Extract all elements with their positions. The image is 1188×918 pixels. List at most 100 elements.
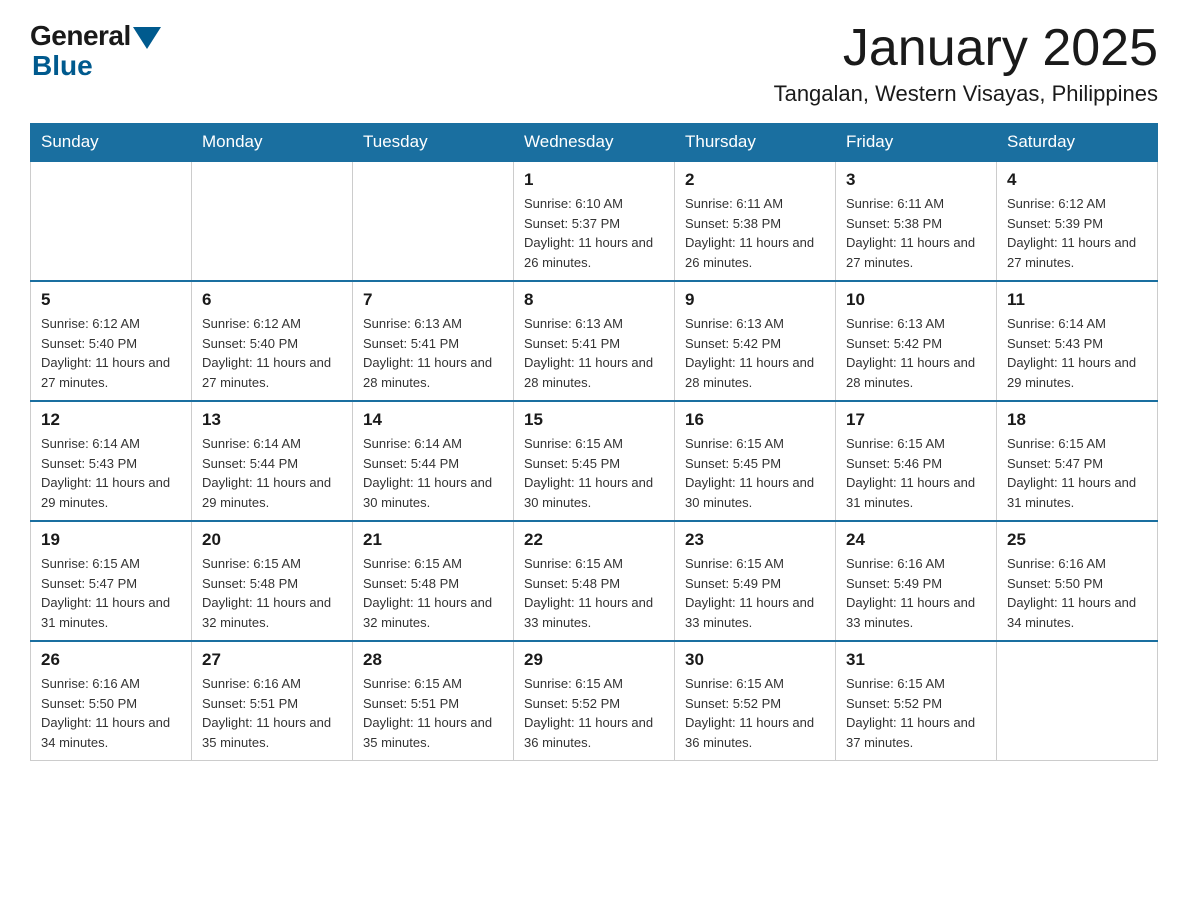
logo: General Blue [30, 20, 161, 82]
calendar-day-cell: 21 Sunrise: 6:15 AM Sunset: 5:48 PM Dayli… [353, 521, 514, 641]
day-number: 8 [524, 290, 664, 310]
day-info: Sunrise: 6:11 AM Sunset: 5:38 PM Dayligh… [685, 194, 825, 272]
day-number: 17 [846, 410, 986, 430]
day-info: Sunrise: 6:15 AM Sunset: 5:48 PM Dayligh… [363, 554, 503, 632]
calendar-day-header: Saturday [997, 124, 1158, 162]
day-number: 16 [685, 410, 825, 430]
page-header: General Blue January 2025 Tangalan, West… [30, 20, 1158, 107]
day-info: Sunrise: 6:15 AM Sunset: 5:48 PM Dayligh… [524, 554, 664, 632]
header-right: January 2025 Tangalan, Western Visayas, … [774, 20, 1158, 107]
calendar-day-cell: 14 Sunrise: 6:14 AM Sunset: 5:44 PM Dayli… [353, 401, 514, 521]
calendar-day-cell: 23 Sunrise: 6:15 AM Sunset: 5:49 PM Dayli… [675, 521, 836, 641]
day-number: 13 [202, 410, 342, 430]
day-number: 3 [846, 170, 986, 190]
day-info: Sunrise: 6:13 AM Sunset: 5:41 PM Dayligh… [524, 314, 664, 392]
logo-triangle-icon [133, 27, 161, 49]
calendar-day-cell: 13Sunrise: 6:14 AM Sunset: 5:44 PM Dayli… [192, 401, 353, 521]
day-info: Sunrise: 6:15 AM Sunset: 5:47 PM Dayligh… [1007, 434, 1147, 512]
calendar-day-cell: 11Sunrise: 6:14 AM Sunset: 5:43 PM Dayli… [997, 281, 1158, 401]
calendar-day-cell [31, 161, 192, 281]
day-number: 5 [41, 290, 181, 310]
day-number: 4 [1007, 170, 1147, 190]
calendar-day-cell: 28 Sunrise: 6:15 AM Sunset: 5:51 PM Dayli… [353, 641, 514, 761]
day-info: Sunrise: 6:16 AM Sunset: 5:51 PM Dayligh… [202, 674, 342, 752]
day-info: Sunrise: 6:15 AM Sunset: 5:52 PM Dayligh… [524, 674, 664, 752]
day-info: Sunrise: 6:15 AM Sunset: 5:52 PM Dayligh… [846, 674, 986, 752]
day-info: Sunrise: 6:13 AM Sunset: 5:41 PM Dayligh… [363, 314, 503, 392]
day-number: 15 [524, 410, 664, 430]
day-info: Sunrise: 6:15 AM Sunset: 5:51 PM Dayligh… [363, 674, 503, 752]
calendar-day-cell [192, 161, 353, 281]
day-number: 19 [41, 530, 181, 550]
location-text: Tangalan, Western Visayas, Philippines [774, 81, 1158, 107]
calendar-day-cell: 16 Sunrise: 6:15 AM Sunset: 5:45 PM Dayli… [675, 401, 836, 521]
calendar-day-cell: 22 Sunrise: 6:15 AM Sunset: 5:48 PM Dayli… [514, 521, 675, 641]
day-info: Sunrise: 6:15 AM Sunset: 5:45 PM Dayligh… [524, 434, 664, 512]
calendar-day-cell: 10Sunrise: 6:13 AM Sunset: 5:42 PM Dayli… [836, 281, 997, 401]
calendar-header-row: SundayMondayTuesdayWednesdayThursdayFrid… [31, 124, 1158, 162]
day-number: 14 [363, 410, 503, 430]
calendar-day-header: Friday [836, 124, 997, 162]
day-info: Sunrise: 6:15 AM Sunset: 5:52 PM Dayligh… [685, 674, 825, 752]
calendar-day-cell: 17 Sunrise: 6:15 AM Sunset: 5:46 PM Dayli… [836, 401, 997, 521]
day-number: 25 [1007, 530, 1147, 550]
day-number: 26 [41, 650, 181, 670]
day-number: 18 [1007, 410, 1147, 430]
calendar-day-cell: 18 Sunrise: 6:15 AM Sunset: 5:47 PM Dayli… [997, 401, 1158, 521]
day-info: Sunrise: 6:12 AM Sunset: 5:39 PM Dayligh… [1007, 194, 1147, 272]
day-info: Sunrise: 6:14 AM Sunset: 5:44 PM Dayligh… [363, 434, 503, 512]
calendar-day-cell: 30Sunrise: 6:15 AM Sunset: 5:52 PM Dayli… [675, 641, 836, 761]
day-number: 12 [41, 410, 181, 430]
day-info: Sunrise: 6:16 AM Sunset: 5:50 PM Dayligh… [41, 674, 181, 752]
calendar-table: SundayMondayTuesdayWednesdayThursdayFrid… [30, 123, 1158, 761]
day-info: Sunrise: 6:12 AM Sunset: 5:40 PM Dayligh… [41, 314, 181, 392]
day-number: 22 [524, 530, 664, 550]
day-number: 29 [524, 650, 664, 670]
calendar-day-cell: 7 Sunrise: 6:13 AM Sunset: 5:41 PM Daylig… [353, 281, 514, 401]
day-info: Sunrise: 6:10 AM Sunset: 5:37 PM Dayligh… [524, 194, 664, 272]
day-number: 31 [846, 650, 986, 670]
logo-blue-text: Blue [32, 50, 93, 82]
calendar-day-cell: 4 Sunrise: 6:12 AM Sunset: 5:39 PM Daylig… [997, 161, 1158, 281]
day-number: 27 [202, 650, 342, 670]
day-info: Sunrise: 6:15 AM Sunset: 5:46 PM Dayligh… [846, 434, 986, 512]
day-info: Sunrise: 6:13 AM Sunset: 5:42 PM Dayligh… [685, 314, 825, 392]
calendar-day-cell: 19Sunrise: 6:15 AM Sunset: 5:47 PM Dayli… [31, 521, 192, 641]
calendar-day-header: Thursday [675, 124, 836, 162]
day-number: 24 [846, 530, 986, 550]
day-info: Sunrise: 6:16 AM Sunset: 5:49 PM Dayligh… [846, 554, 986, 632]
calendar-day-header: Tuesday [353, 124, 514, 162]
calendar-day-cell: 25 Sunrise: 6:16 AM Sunset: 5:50 PM Dayli… [997, 521, 1158, 641]
day-number: 7 [363, 290, 503, 310]
calendar-day-header: Monday [192, 124, 353, 162]
calendar-day-cell: 2Sunrise: 6:11 AM Sunset: 5:38 PM Daylig… [675, 161, 836, 281]
day-info: Sunrise: 6:15 AM Sunset: 5:45 PM Dayligh… [685, 434, 825, 512]
calendar-day-cell: 31 Sunrise: 6:15 AM Sunset: 5:52 PM Dayli… [836, 641, 997, 761]
day-number: 28 [363, 650, 503, 670]
day-info: Sunrise: 6:16 AM Sunset: 5:50 PM Dayligh… [1007, 554, 1147, 632]
day-number: 21 [363, 530, 503, 550]
day-number: 23 [685, 530, 825, 550]
calendar-day-cell: 6Sunrise: 6:12 AM Sunset: 5:40 PM Daylig… [192, 281, 353, 401]
calendar-day-cell [997, 641, 1158, 761]
day-info: Sunrise: 6:14 AM Sunset: 5:43 PM Dayligh… [1007, 314, 1147, 392]
calendar-day-cell: 20Sunrise: 6:15 AM Sunset: 5:48 PM Dayli… [192, 521, 353, 641]
calendar-day-cell: 27 Sunrise: 6:16 AM Sunset: 5:51 PM Dayli… [192, 641, 353, 761]
day-number: 1 [524, 170, 664, 190]
day-info: Sunrise: 6:13 AM Sunset: 5:42 PM Dayligh… [846, 314, 986, 392]
calendar-day-cell: 5 Sunrise: 6:12 AM Sunset: 5:40 PM Daylig… [31, 281, 192, 401]
calendar-day-cell: 3 Sunrise: 6:11 AM Sunset: 5:38 PM Daylig… [836, 161, 997, 281]
day-number: 6 [202, 290, 342, 310]
calendar-week-row: 19Sunrise: 6:15 AM Sunset: 5:47 PM Dayli… [31, 521, 1158, 641]
day-info: Sunrise: 6:14 AM Sunset: 5:43 PM Dayligh… [41, 434, 181, 512]
calendar-week-row: 5 Sunrise: 6:12 AM Sunset: 5:40 PM Daylig… [31, 281, 1158, 401]
day-number: 9 [685, 290, 825, 310]
calendar-week-row: 1 Sunrise: 6:10 AM Sunset: 5:37 PM Daylig… [31, 161, 1158, 281]
calendar-week-row: 26 Sunrise: 6:16 AM Sunset: 5:50 PM Dayli… [31, 641, 1158, 761]
calendar-day-header: Sunday [31, 124, 192, 162]
calendar-day-cell: 12 Sunrise: 6:14 AM Sunset: 5:43 PM Dayli… [31, 401, 192, 521]
day-info: Sunrise: 6:11 AM Sunset: 5:38 PM Dayligh… [846, 194, 986, 272]
logo-general-text: General [30, 20, 131, 52]
day-info: Sunrise: 6:15 AM Sunset: 5:49 PM Dayligh… [685, 554, 825, 632]
day-info: Sunrise: 6:15 AM Sunset: 5:48 PM Dayligh… [202, 554, 342, 632]
